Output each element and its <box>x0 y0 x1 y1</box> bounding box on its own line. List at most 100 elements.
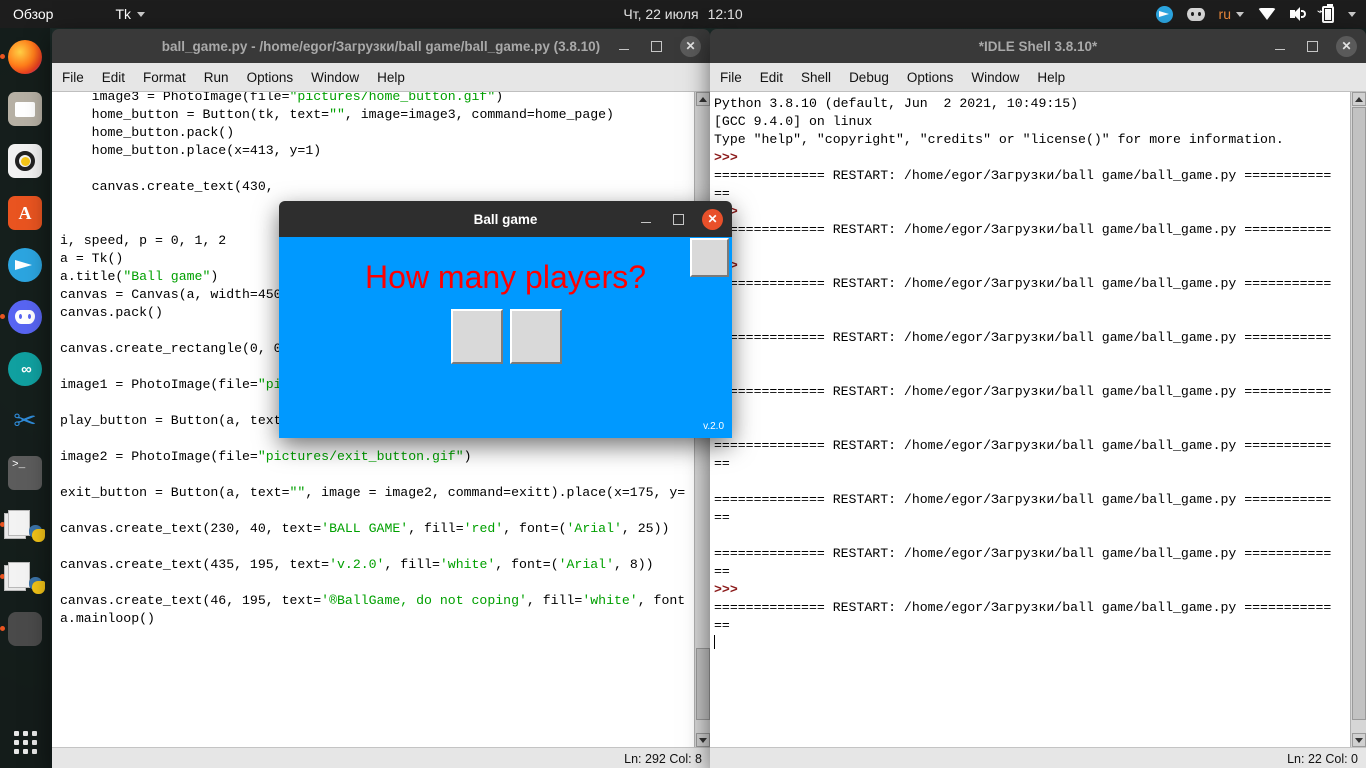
terminal-icon: >_ <box>8 456 42 490</box>
active-app-label: Tk <box>115 6 131 22</box>
shell-vertical-scrollbar[interactable] <box>1350 92 1366 747</box>
dock-item-tk-window[interactable] <box>0 608 46 650</box>
editor-statusbar: Ln: 292 Col: 8 <box>52 747 710 768</box>
window-icon <box>8 612 42 646</box>
menu-help[interactable]: Help <box>377 70 405 85</box>
maximize-icon[interactable] <box>648 38 664 54</box>
date-label: Чт, 22 июля <box>623 6 699 22</box>
python-file-icon <box>4 508 45 542</box>
ball-game-window-controls: ✕ <box>638 208 723 230</box>
menu-format[interactable]: Format <box>143 70 186 85</box>
scroll-down-icon[interactable] <box>1352 733 1366 747</box>
dock-item-files[interactable] <box>4 88 46 130</box>
discord-icon <box>8 300 42 334</box>
scroll-down-icon[interactable] <box>696 733 710 747</box>
telegram-icon[interactable] <box>1155 5 1173 23</box>
chevron-down-icon <box>137 11 145 17</box>
shell-cursor-position: Ln: 22 Col: 0 <box>1287 752 1358 766</box>
volume-icon[interactable] <box>1290 7 1308 21</box>
dock: A ∞ ✂ >_ <box>0 28 50 768</box>
chevron-down-icon <box>1236 11 1244 17</box>
menu-window[interactable]: Window <box>971 70 1019 85</box>
python-file-icon <box>4 560 45 594</box>
dock-item-idle-editor[interactable] <box>0 504 46 546</box>
dock-item-ubuntu-software[interactable]: A <box>4 192 46 234</box>
dock-item-idle-shell[interactable] <box>0 556 46 598</box>
dock-item-discord[interactable] <box>0 296 46 338</box>
scroll-up-icon[interactable] <box>696 92 710 106</box>
menu-debug[interactable]: Debug <box>849 70 889 85</box>
players-two-button[interactable] <box>510 309 562 364</box>
menu-options[interactable]: Options <box>247 70 294 85</box>
telegram-icon <box>8 248 42 282</box>
menu-file[interactable]: File <box>720 70 742 85</box>
discord-icon[interactable] <box>1186 7 1205 21</box>
show-applications-button[interactable] <box>0 731 50 754</box>
menu-shell[interactable]: Shell <box>801 70 831 85</box>
close-icon[interactable]: ✕ <box>702 208 723 230</box>
ubuntu-software-icon: A <box>8 196 42 230</box>
shell-window-controls: ✕ <box>1272 35 1357 57</box>
menu-run[interactable]: Run <box>204 70 229 85</box>
menu-help[interactable]: Help <box>1037 70 1065 85</box>
shell-scroll-thumb[interactable] <box>1352 107 1366 720</box>
grid-icon <box>13 731 37 754</box>
dock-item-vscode[interactable]: ✂ <box>4 400 46 442</box>
menu-edit[interactable]: Edit <box>760 70 783 85</box>
minimize-icon[interactable] <box>616 38 632 54</box>
keyboard-layout-indicator[interactable]: ru <box>1219 6 1244 22</box>
players-one-button[interactable] <box>451 309 503 364</box>
active-app-menu[interactable]: Tk <box>115 6 145 22</box>
maximize-icon[interactable] <box>670 211 686 227</box>
dock-item-firefox[interactable] <box>0 36 46 78</box>
screen: Обзор Tk Чт, 22 июля 12:10 ru ⌁ A ∞ ✂ >_… <box>0 0 1366 768</box>
minimize-icon[interactable] <box>638 211 654 227</box>
editor-window-controls: ✕ <box>616 35 701 57</box>
vscode-icon: ✂ <box>13 405 37 436</box>
menu-options[interactable]: Options <box>907 70 954 85</box>
shell-menubar: File Edit Shell Debug Options Window Hel… <box>710 63 1366 92</box>
wifi-icon[interactable] <box>1258 8 1276 20</box>
ball-game-canvas[interactable]: How many players? v.2.0 <box>279 237 732 438</box>
menu-file[interactable]: File <box>62 70 84 85</box>
shell-titlebar[interactable]: *IDLE Shell 3.8.10* ✕ <box>710 29 1366 63</box>
idle-shell-window: *IDLE Shell 3.8.10* ✕ File Edit Shell De… <box>710 29 1366 768</box>
editor-title: ball_game.py - /home/egor/Загрузки/ball … <box>161 38 601 54</box>
editor-cursor-position: Ln: 292 Col: 8 <box>624 752 702 766</box>
minimize-icon[interactable] <box>1272 38 1288 54</box>
arduino-icon: ∞ <box>8 352 42 386</box>
keyboard-layout-label: ru <box>1218 6 1231 22</box>
time-label: 12:10 <box>707 6 743 22</box>
dock-item-terminal[interactable]: >_ <box>4 452 46 494</box>
battery-icon[interactable]: ⌁ <box>1317 3 1334 23</box>
close-icon[interactable]: ✕ <box>1336 35 1357 57</box>
editor-scroll-thumb[interactable] <box>696 648 710 720</box>
shell-statusbar: Ln: 22 Col: 0 <box>710 747 1366 768</box>
ball-game-window: Ball game ✕ How many players? v.2.0 <box>279 201 732 438</box>
clock-button[interactable]: Чт, 22 июля 12:10 <box>623 6 742 22</box>
shell-text-area[interactable]: Python 3.8.10 (default, Jun 2 2021, 10:4… <box>710 92 1366 747</box>
rhythmbox-icon <box>8 144 42 178</box>
scroll-up-icon[interactable] <box>1352 92 1366 106</box>
system-menu-chevron-icon[interactable] <box>1348 11 1356 17</box>
dock-item-rhythmbox[interactable] <box>4 140 46 182</box>
firefox-icon <box>8 40 42 74</box>
menu-edit[interactable]: Edit <box>102 70 125 85</box>
ball-game-question: How many players? <box>365 259 646 295</box>
home-button[interactable] <box>690 238 729 277</box>
activities-button[interactable]: Обзор <box>13 6 53 22</box>
system-tray: ru ⌁ <box>1155 3 1356 23</box>
files-icon <box>8 92 42 126</box>
shell-title: *IDLE Shell 3.8.10* <box>978 38 1098 54</box>
ball-game-version: v.2.0 <box>703 421 724 432</box>
menu-window[interactable]: Window <box>311 70 359 85</box>
ball-game-titlebar[interactable]: Ball game ✕ <box>279 201 732 237</box>
shell-output: Python 3.8.10 (default, Jun 2 2021, 10:4… <box>710 92 1366 747</box>
dock-item-arduino[interactable]: ∞ <box>4 348 46 390</box>
close-icon[interactable]: ✕ <box>680 35 701 57</box>
editor-titlebar[interactable]: ball_game.py - /home/egor/Загрузки/ball … <box>52 29 710 63</box>
top-panel: Обзор Tk Чт, 22 июля 12:10 ru ⌁ <box>0 0 1366 28</box>
dock-item-telegram[interactable] <box>4 244 46 286</box>
editor-menubar: File Edit Format Run Options Window Help <box>52 63 710 92</box>
maximize-icon[interactable] <box>1304 38 1320 54</box>
